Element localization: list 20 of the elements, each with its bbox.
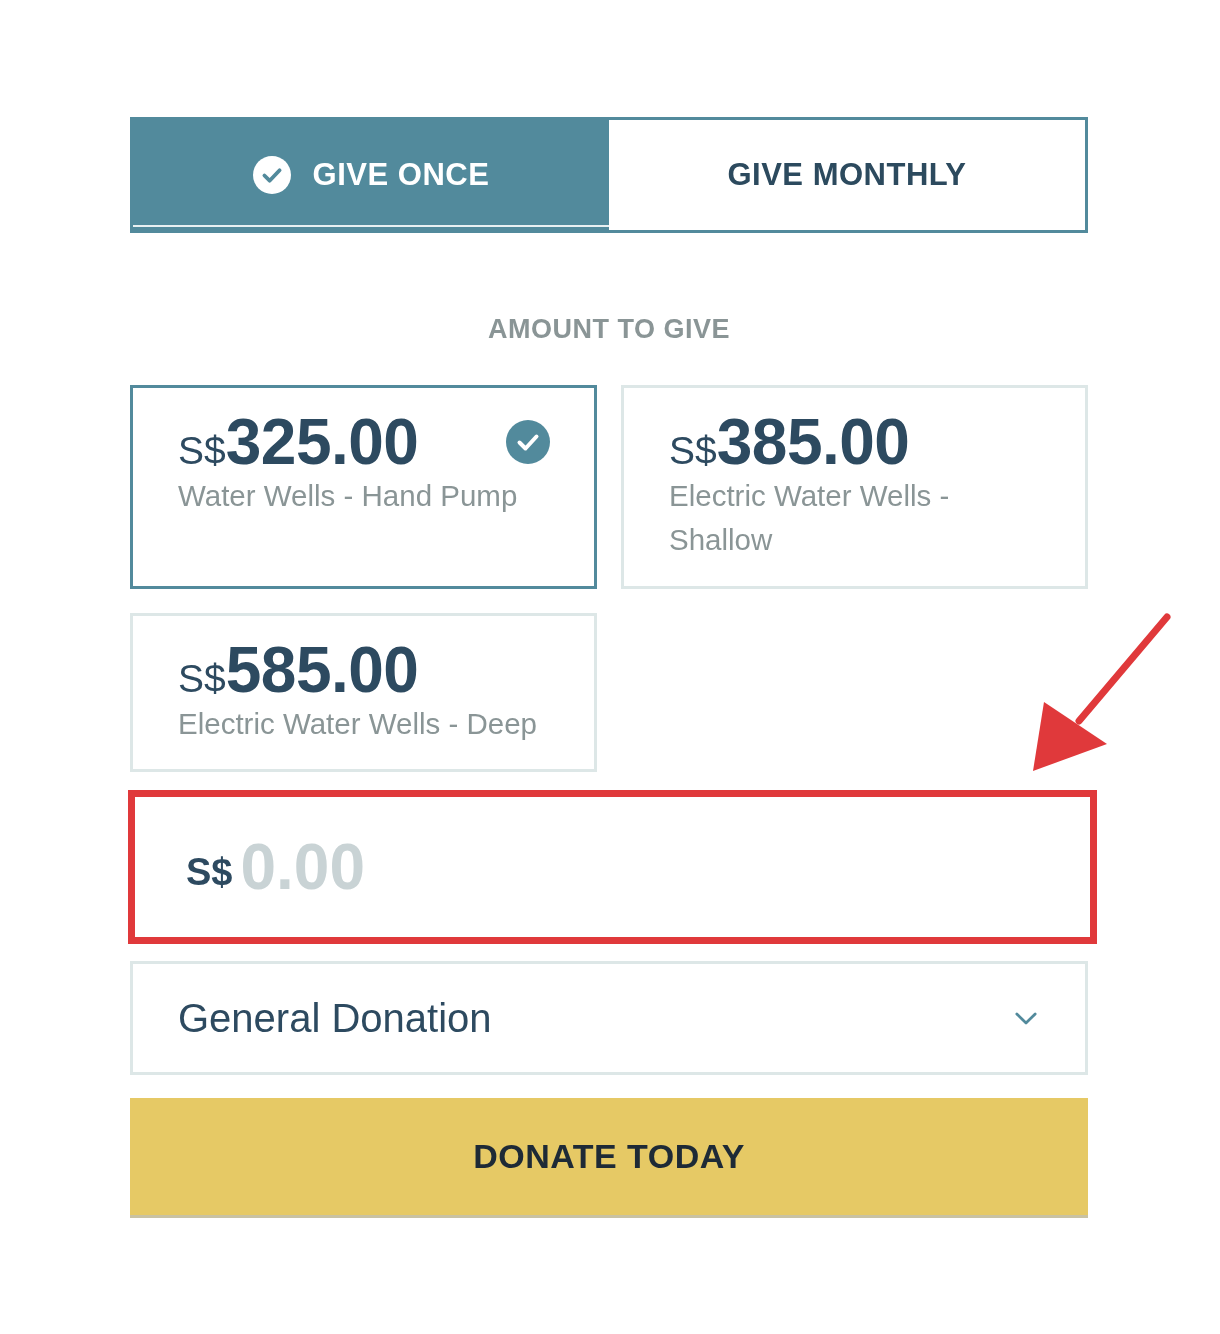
currency-label: S$ [186,850,233,894]
amount-option-card[interactable]: S$585.00 Electric Water Wells - Deep [130,613,597,772]
frequency-tab[interactable]: GIVE ONCE [133,120,609,230]
amount-description: Electric Water Wells - Shallow [669,478,951,558]
amount-description: Water Wells - Hand Pump [178,478,519,514]
amount-option-card[interactable]: S$325.00 Water Wells - Hand Pump [130,385,597,589]
amount-value: 585.00 [225,638,419,702]
amount-value: 385.00 [716,410,910,474]
amount-description: Electric Water Wells - Deep [178,706,538,742]
currency-label: S$ [669,431,717,470]
check-circle-icon [252,156,291,194]
amount-option-card[interactable]: S$385.00 Electric Water Wells - Shallow [621,385,1088,589]
chevron-down-icon [1015,1011,1037,1025]
currency-label: S$ [178,659,226,698]
check-circle-icon [506,420,550,464]
currency-label: S$ [178,431,226,470]
donate-button[interactable]: DONATE TODAY [130,1098,1088,1218]
amount-value: 325.00 [225,410,419,474]
designation-dropdown[interactable]: General Donation [130,961,1088,1075]
section-heading: AMOUNT TO GIVE [488,313,730,345]
